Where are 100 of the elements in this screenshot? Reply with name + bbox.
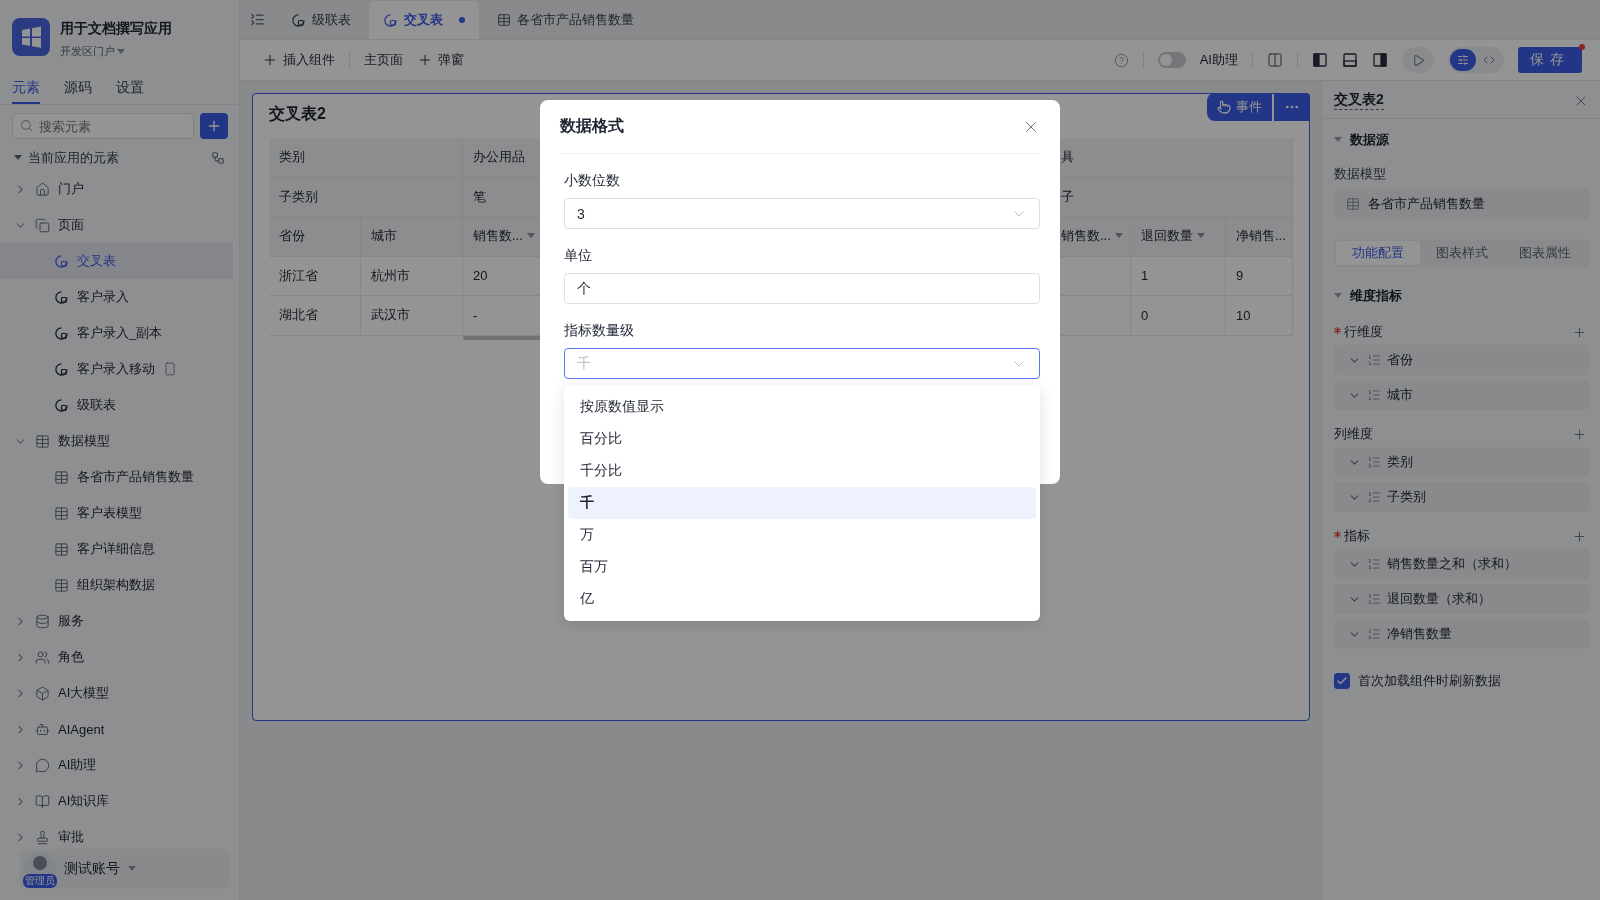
table-icon [54,541,69,557]
editor-tab[interactable]: 各省市产品销售数量 [483,1,648,39]
unit-input[interactable]: 个 [564,273,1040,304]
page-icon [383,12,398,28]
dropdown-option[interactable]: 百分比 [568,423,1036,455]
section-title: 当前应用的元素 [28,149,120,167]
caret-icon [128,866,136,872]
popup-button[interactable]: 弹窗 [417,51,464,69]
dropdown-option[interactable]: 按原数值显示 [568,391,1036,423]
panel-toggle[interactable] [1372,52,1388,68]
add-icon[interactable] [1572,324,1587,340]
home-page-button[interactable]: 主页面 [364,51,403,69]
dropdown-option[interactable]: 千分比 [568,455,1036,487]
tree-row[interactable]: 客户详细信息 [0,531,239,567]
page-icon [54,361,69,377]
checkbox[interactable] [1334,673,1350,689]
dropdown-option[interactable]: 亿 [568,583,1036,615]
search-icon [20,119,33,132]
collapse-caret-icon[interactable] [1334,137,1342,143]
tree-row[interactable]: 客户录入移动 [0,351,239,387]
tree-item[interactable]: 服务 [58,612,84,630]
tree-row[interactable]: 组织架构数据 [0,567,239,603]
editor-tab[interactable]: 级联表 [277,1,365,39]
insert-component-button[interactable]: 插入组件 [262,51,335,69]
required-icon [1334,327,1341,334]
sidebar-tab[interactable]: 设置 [116,79,144,104]
sidebar-tab[interactable]: 元素 [12,79,40,104]
add-icon[interactable] [1572,528,1587,544]
add-icon[interactable] [1572,426,1587,442]
table-cell: 0 [1131,296,1226,336]
tree-item-label: 组织架构数据 [77,576,155,594]
layout-icon[interactable] [1267,52,1283,68]
dimension-field[interactable]: 城市 [1334,380,1589,410]
assistant-toggle[interactable] [1157,52,1186,68]
group-label: 行维度 [1334,323,1383,341]
dimension-field[interactable]: 子类别 [1334,482,1589,512]
tree-item[interactable]: 数据模型 [58,432,110,450]
sort-list-icon [1367,557,1381,571]
event-button[interactable]: 事件 [1207,93,1272,121]
plus-icon [417,52,433,68]
caret-icon [117,48,125,55]
tree-item[interactable]: AI大模型 [58,684,110,702]
tree-item[interactable]: AI知识库 [58,792,110,810]
more-button[interactable] [1274,93,1310,121]
config-tab[interactable]: 功能配置 [1336,241,1420,265]
panel-toggle[interactable] [1312,52,1328,68]
pointer-icon [1217,100,1231,114]
portal-selector[interactable]: 开发区门户 [60,44,125,59]
help-icon[interactable] [1113,52,1129,68]
dimension-field[interactable]: 省份 [1334,345,1589,375]
tree-row[interactable]: 交叉表 [0,243,233,279]
tree-item[interactable]: 页面 [58,216,84,234]
add-button[interactable] [200,113,228,139]
header-cell: 退回数量 [1131,217,1226,257]
tree-row[interactable]: 级联表 [0,387,239,423]
app-name: 用于文档撰写应用 [60,20,172,38]
panel-toggle[interactable] [1342,52,1358,68]
dropdown-option[interactable]: 千 [568,487,1036,519]
dropdown-option[interactable]: 万 [568,519,1036,551]
dimension-field[interactable]: 销售数量之和（求和） [1334,549,1589,579]
save-button[interactable]: 保存 [1518,47,1582,73]
data-model-field[interactable]: 各省市产品销售数量 [1334,189,1589,219]
table-cell: 9 [1226,256,1293,296]
table-icon [54,577,69,593]
user-account[interactable]: 管理员 测试账号 [20,849,229,889]
collapse-sidebar-icon[interactable] [250,12,265,27]
dimension-field[interactable]: 类别 [1334,447,1589,477]
editor-tab[interactable]: 交叉表 [369,1,479,39]
sort-list-icon [1367,627,1381,641]
chat-icon [35,757,50,773]
header-cell: 省份 [269,217,361,257]
view-mode-button[interactable] [1450,49,1476,71]
stamp-icon [35,829,50,845]
scrollbar[interactable] [463,335,543,340]
tree-row[interactable]: 各省市产品销售数量 [0,459,239,495]
collapse-caret-icon[interactable] [1334,293,1342,299]
select-field[interactable]: 3 [564,198,1040,229]
dimension-field[interactable]: 净销售数量 [1334,619,1589,649]
dimension-field[interactable]: 退回数量（求和） [1334,584,1589,614]
header-cell: 子类别 [269,177,463,217]
tree-row[interactable]: 客户录入_副本 [0,315,239,351]
user-name: 测试账号 [64,860,120,878]
sidebar-tab[interactable]: 源码 [64,79,92,104]
tree-row[interactable]: 客户录入 [0,279,239,315]
tree-row[interactable]: 客户表模型 [0,495,239,531]
table-icon [1346,197,1360,211]
tree-item[interactable]: 门户 [58,180,84,198]
collapse-caret-icon[interactable] [14,155,22,161]
config-tab[interactable]: 图表样式 [1419,241,1504,265]
tree-item[interactable]: AI助理 [58,756,97,774]
dropdown-option[interactable]: 百万 [568,551,1036,583]
search-field[interactable]: 搜索元素 [12,113,194,139]
tree-item-label: 各省市产品销售数量 [77,468,194,486]
preview-button[interactable] [1402,47,1434,73]
cube-icon [35,685,50,701]
tree-item[interactable]: 审批 [58,828,84,846]
config-tab[interactable]: 图表属性 [1503,241,1587,265]
tree-item[interactable]: 角色 [58,648,84,666]
pages-icon [35,217,50,233]
tree-item[interactable]: AIAgent [58,721,105,737]
